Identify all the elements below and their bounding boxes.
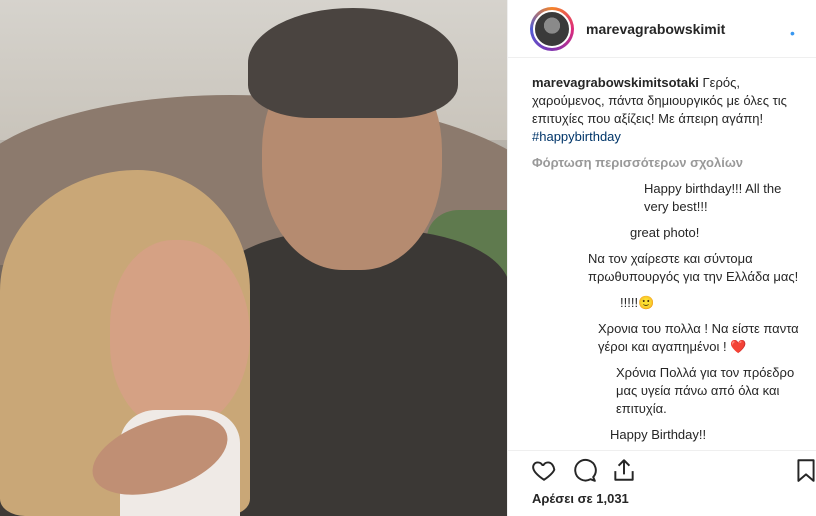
- caption-username[interactable]: marevagrabowskimitsotaki: [532, 75, 699, 90]
- photo-woman-face: [110, 240, 250, 430]
- comment-text: Χρόνια Πολλά για τον πρόεδρο μας υγεία π…: [616, 365, 795, 416]
- post-header: marevagrabowskimit •: [508, 0, 816, 58]
- comment-text: Happy Birthday!!: [610, 427, 707, 442]
- comment-text: Να τον χαίρεστε και σύντομα πρωθυπουργός…: [588, 251, 799, 284]
- load-more-comments-link[interactable]: Φόρτωση περισσότερων σχολίων: [532, 154, 806, 172]
- comment-item: Χρονια του πολλα ! Να είστε παντα γέροι …: [532, 320, 806, 356]
- more-options-dot-icon[interactable]: •: [790, 25, 795, 41]
- post-actions-bar: [508, 450, 816, 486]
- comment-item: great photo!: [532, 224, 806, 242]
- likes-count[interactable]: Αρέσει σε 1,031: [532, 491, 629, 506]
- header-username[interactable]: marevagrabowskimit: [586, 21, 736, 37]
- bookmark-icon[interactable]: [792, 457, 816, 483]
- comment-item: Χρόνια Πολλά για τον πρόεδρο μας υγεία π…: [532, 364, 806, 418]
- comment-icon[interactable]: [570, 457, 598, 483]
- post-photo[interactable]: [0, 0, 507, 516]
- avatar[interactable]: [530, 6, 574, 51]
- comment-item: Happy Birthday!!: [532, 426, 806, 444]
- comment-text: great photo!: [630, 225, 700, 240]
- heart-icon[interactable]: [530, 457, 558, 483]
- comment-item: Να τον χαίρεστε και σύντομα πρωθυπουργός…: [532, 250, 806, 286]
- comment-text: !!!!!🙂: [620, 295, 655, 310]
- comment-item: Happy birthday!!! All the very best!!!: [532, 180, 806, 216]
- comments-section: marevagrabowskimitsotaki Γερός, χαρούμεν…: [508, 58, 816, 448]
- photo-man-hair: [248, 8, 458, 118]
- comment-text: Χρονια του πολλα ! Να είστε παντα γέροι …: [598, 321, 799, 354]
- caption-hashtag[interactable]: #happybirthday: [532, 129, 621, 144]
- share-icon[interactable]: [610, 457, 638, 483]
- comment-item: !!!!!🙂: [532, 294, 806, 312]
- avatar-image: [533, 9, 571, 48]
- post-side-panel: marevagrabowskimit • marevagrabowskimits…: [507, 0, 816, 516]
- post-caption: marevagrabowskimitsotaki Γερός, χαρούμεν…: [532, 74, 806, 146]
- comment-text: Happy birthday!!! All the very best!!!: [644, 181, 782, 214]
